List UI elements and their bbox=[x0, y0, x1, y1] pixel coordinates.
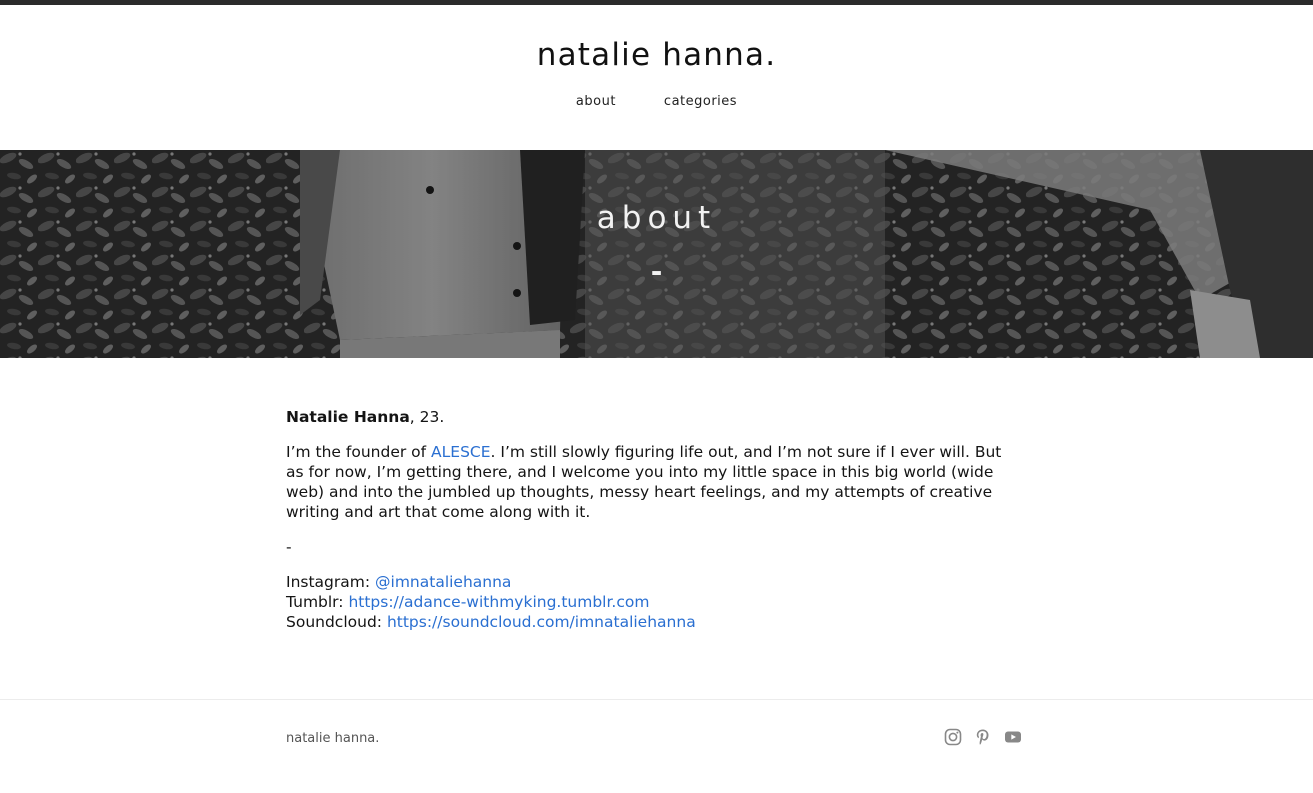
alesce-link[interactable]: ALESCE bbox=[431, 443, 491, 461]
instagram-label: Instagram: bbox=[286, 573, 376, 591]
youtube-icon[interactable] bbox=[1004, 728, 1022, 746]
tumblr-label: Tumblr: bbox=[286, 593, 349, 611]
footer-brand[interactable]: natalie hanna. bbox=[286, 730, 379, 748]
author-age: , 23. bbox=[409, 408, 445, 426]
bio-paragraph: I’m the founder of ALESCE. I’m still slo… bbox=[286, 442, 1021, 522]
about-content: Natalie Hanna, 23. I’m the founder of AL… bbox=[286, 407, 1021, 632]
hero-title: about bbox=[596, 200, 717, 236]
hero-divider: - bbox=[650, 255, 663, 288]
instagram-line: Instagram: @imnataliehanna bbox=[286, 572, 1021, 592]
author-name: Natalie Hanna bbox=[286, 408, 410, 426]
soundcloud-line: Soundcloud: https://soundcloud.com/imnat… bbox=[286, 612, 1021, 632]
tumblr-link[interactable]: https://adance-withmyking.tumblr.com bbox=[348, 593, 649, 611]
separator: - bbox=[286, 538, 292, 556]
social-links bbox=[944, 728, 1022, 746]
footer-divider bbox=[0, 699, 1313, 700]
tumblr-line: Tumblr: https://adance-withmyking.tumblr… bbox=[286, 592, 1021, 612]
instagram-icon[interactable] bbox=[944, 728, 962, 746]
soundcloud-link[interactable]: https://soundcloud.com/imnataliehanna bbox=[387, 613, 696, 631]
soundcloud-label: Soundcloud: bbox=[286, 613, 387, 631]
bio-intro: I’m the founder of bbox=[286, 443, 432, 461]
instagram-link[interactable]: @imnataliehanna bbox=[375, 573, 511, 591]
name-line: Natalie Hanna, 23. bbox=[286, 407, 1021, 427]
nav-item-categories[interactable]: categories bbox=[646, 94, 737, 109]
main-nav: about categories bbox=[0, 94, 1313, 109]
pinterest-icon[interactable] bbox=[974, 728, 992, 746]
site-title-link[interactable]: natalie hanna. bbox=[0, 35, 1313, 75]
site-header: natalie hanna. about categories bbox=[0, 5, 1313, 150]
hero-banner: about - bbox=[0, 150, 1313, 358]
nav-item-about[interactable]: about bbox=[576, 94, 616, 109]
